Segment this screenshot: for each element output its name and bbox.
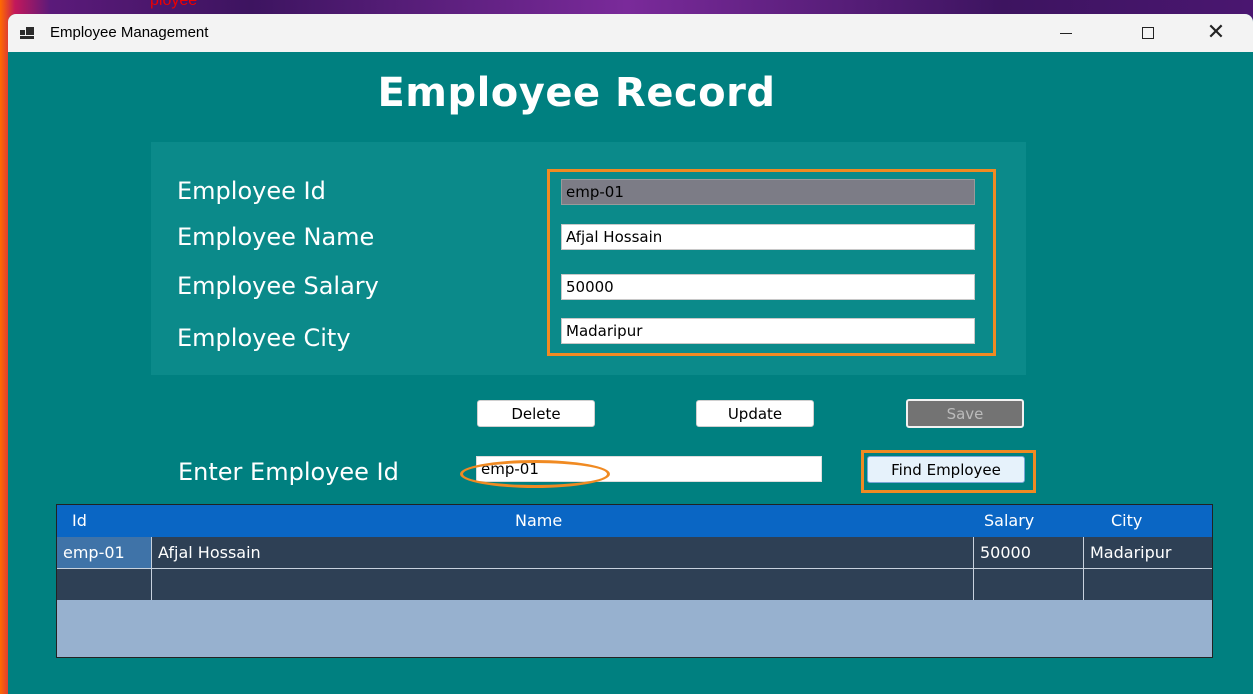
- employee-salary-field[interactable]: [561, 274, 975, 300]
- column-header-city[interactable]: City: [1111, 511, 1142, 530]
- find-employee-button[interactable]: Find Employee: [867, 456, 1025, 483]
- cell-name[interactable]: Afjal Hossain: [152, 537, 974, 568]
- table-row-new[interactable]: [57, 569, 1212, 600]
- close-button[interactable]: ✕: [1193, 14, 1239, 52]
- delete-button[interactable]: Delete: [477, 400, 595, 427]
- column-header-name[interactable]: Name: [515, 511, 562, 530]
- employee-id-field[interactable]: [561, 179, 975, 205]
- employee-city-field[interactable]: [561, 318, 975, 344]
- input-highlight-oval: [460, 460, 610, 488]
- maximize-button[interactable]: [1125, 14, 1171, 52]
- background-text: ployee: [150, 0, 198, 9]
- cell-city[interactable]: [1084, 569, 1212, 600]
- update-button[interactable]: Update: [696, 400, 814, 427]
- employee-salary-label: Employee Salary: [177, 272, 379, 300]
- cell-id[interactable]: emp-01: [57, 537, 152, 568]
- minimize-button[interactable]: [1043, 14, 1089, 52]
- cell-salary[interactable]: [974, 569, 1084, 600]
- column-header-salary[interactable]: Salary: [984, 511, 1034, 530]
- page-title: Employee Record: [377, 70, 776, 116]
- employee-name-label: Employee Name: [177, 223, 375, 251]
- employee-name-field[interactable]: [561, 224, 975, 250]
- column-header-id[interactable]: Id: [72, 511, 87, 530]
- window-title: Employee Management: [50, 24, 209, 41]
- grid-header: Id Name Salary City: [57, 505, 1212, 537]
- close-icon: ✕: [1206, 20, 1226, 45]
- employee-form-panel: Employee Id Employee Name Employee Salar…: [151, 142, 1026, 375]
- employee-data-grid[interactable]: Id Name Salary City emp-01 Afjal Hossain…: [56, 504, 1213, 658]
- app-icon: [20, 27, 34, 39]
- minimize-icon: [1060, 32, 1072, 34]
- employee-id-label: Employee Id: [177, 177, 326, 205]
- enter-employee-id-label: Enter Employee Id: [178, 458, 399, 486]
- table-row[interactable]: emp-01 Afjal Hossain 50000 Madaripur: [57, 537, 1212, 568]
- maximize-icon: [1142, 27, 1154, 39]
- employee-window: Employee Management ✕ Employee Record Em…: [8, 14, 1253, 694]
- employee-city-label: Employee City: [177, 324, 351, 352]
- title-bar[interactable]: Employee Management ✕: [8, 14, 1253, 52]
- cell-id[interactable]: [57, 569, 152, 600]
- cell-city[interactable]: Madaripur: [1084, 537, 1212, 568]
- cell-name[interactable]: [152, 569, 974, 600]
- cell-salary[interactable]: 50000: [974, 537, 1084, 568]
- save-button[interactable]: Save: [906, 399, 1024, 428]
